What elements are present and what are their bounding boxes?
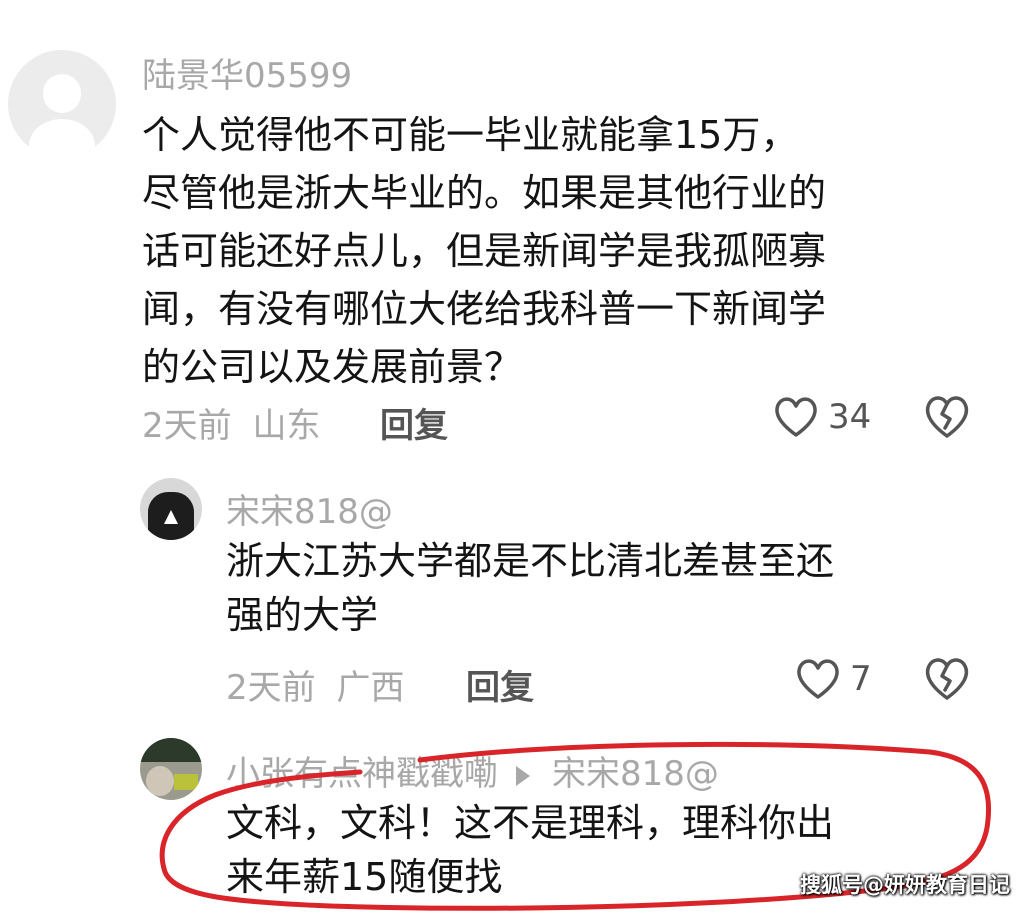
comment-3-author[interactable]: 小张有点神戳戳嘞 [226, 754, 498, 794]
comment-2-time: 2天前 [226, 668, 316, 708]
comment-1-dislike-button[interactable] [922, 394, 972, 440]
avatar-default-icon[interactable] [8, 50, 116, 158]
comment-1-username[interactable]: 陆景华05599 [142, 48, 352, 97]
comment-3-username: 小张有点神戳戳嘞 宋宋818@ [226, 746, 719, 795]
heart-outline-icon [797, 659, 839, 699]
comment-1-reply-button[interactable]: 回复 [380, 398, 448, 447]
comment-2-reply-button[interactable]: 回复 [466, 660, 534, 709]
comment-1-time: 2天前 [142, 406, 232, 446]
comment-2-dislike-button[interactable] [922, 656, 972, 702]
comment-1-like-count: 34 [828, 397, 872, 437]
broken-heart-icon [925, 396, 969, 438]
comment-1-location: 山东 [252, 406, 321, 446]
comment-2-username[interactable]: 宋宋818@ [226, 484, 393, 533]
comment-2-meta: 2天前 广西 [226, 660, 404, 709]
avatar-photo-icon[interactable] [140, 738, 202, 800]
comment-2-like-button[interactable]: 7 [794, 654, 872, 704]
broken-heart-icon [925, 658, 969, 700]
watermark: 搜狐号@妍妍教育日记 [800, 873, 1010, 897]
comment-1-text: 个人觉得他不可能一毕业就能拿15万， 尽管他是浙大毕业的。如果是其他行业的 话可… [142, 113, 827, 389]
comment-1-meta: 2天前 山东 [142, 398, 320, 447]
avatar-photo-icon[interactable] [140, 478, 202, 540]
comment-1-like-button[interactable]: 34 [772, 392, 871, 442]
comment-2-like-count: 7 [850, 659, 872, 699]
comment-thread: 陆景华05599 个人觉得他不可能一毕业就能拿15万， 尽管他是浙大毕业的。如果… [0, 0, 1024, 913]
comment-3-reply-target[interactable]: 宋宋818@ [552, 754, 719, 794]
comment-2: 宋宋818@ 浙大江苏大学都是不比清北差甚至还 强的大学 2天前 广西 回复 7 [0, 460, 1024, 720]
heart-outline-icon [775, 397, 817, 437]
comment-2-text: 浙大江苏大学都是不比清北差甚至还 强的大学 [226, 539, 835, 637]
comment-2-location: 广西 [336, 668, 405, 708]
comment-1: 陆景华05599 个人觉得他不可能一毕业就能拿15万， 尽管他是浙大毕业的。如果… [0, 0, 1024, 460]
triangle-right-icon [516, 765, 530, 786]
